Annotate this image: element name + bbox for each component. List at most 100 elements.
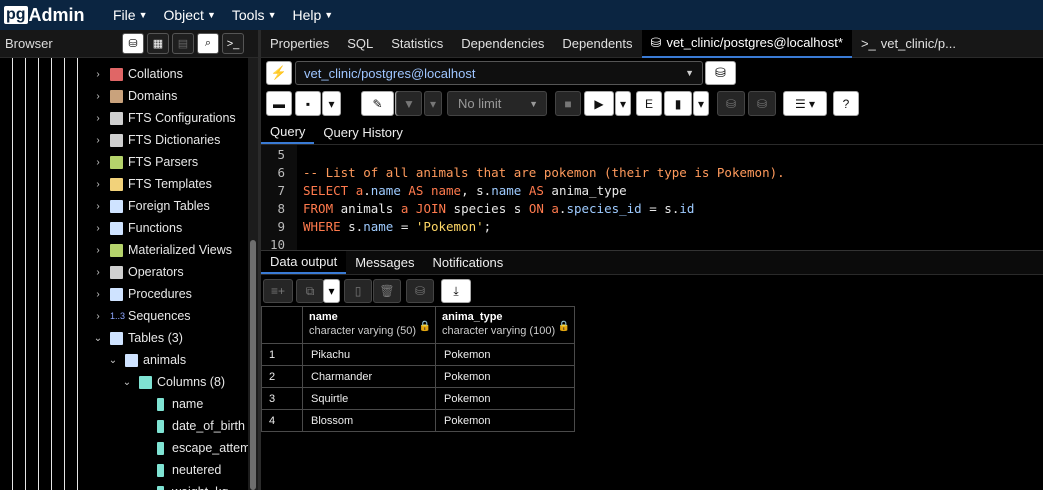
output-tab-0[interactable]: Data output xyxy=(261,251,347,274)
execute-dropdown-button[interactable]: ▾ xyxy=(615,91,631,116)
output-tab-1[interactable]: Messages xyxy=(346,251,423,274)
chevron-right-icon[interactable]: › xyxy=(92,157,104,168)
chevron-right-icon[interactable]: › xyxy=(92,311,104,322)
copy-dropdown-button[interactable]: ▾ xyxy=(323,279,340,303)
limit-select[interactable]: No limit ▼ xyxy=(447,91,547,116)
tree-item[interactable]: ⌄ Columns (8) xyxy=(121,371,225,393)
tree-item[interactable]: date_of_birth xyxy=(136,415,245,437)
row-number[interactable]: 1 xyxy=(261,343,303,366)
tree-item[interactable]: › FTS Templates xyxy=(92,173,212,195)
copy-icon[interactable]: ⧉ xyxy=(296,279,324,303)
tree-item[interactable]: escape_attemp xyxy=(136,437,248,459)
tree-item[interactable]: › Collations xyxy=(92,63,183,85)
save-dropdown-button[interactable]: ▾ xyxy=(322,91,341,116)
tree-scrollbar-thumb[interactable] xyxy=(250,240,256,490)
chevron-right-icon[interactable]: › xyxy=(92,91,104,102)
query-tab-0[interactable]: Query xyxy=(261,121,315,144)
table-cell[interactable]: Pokemon xyxy=(435,387,575,410)
tree-item[interactable]: › Functions xyxy=(92,217,182,239)
chevron-right-icon[interactable]: › xyxy=(92,69,104,80)
column-header-name[interactable]: name character varying (50) 🔒 xyxy=(302,306,436,344)
chevron-right-icon[interactable]: › xyxy=(92,267,104,278)
menu-file[interactable]: File ▼ xyxy=(113,7,147,23)
object-explorer-db-icon[interactable]: ⛁ xyxy=(122,33,144,54)
execute-button[interactable]: ▶ xyxy=(584,91,614,116)
sql-editor[interactable]: 5 6 -- List of all animals that are pokemo… xyxy=(261,145,1043,250)
chevron-right-icon[interactable]: › xyxy=(92,289,104,300)
tree-item[interactable]: › 1..3 Sequences xyxy=(92,305,190,327)
table-row[interactable]: 1 Pikachu Pokemon xyxy=(261,343,575,366)
table-cell[interactable]: Pokemon xyxy=(435,409,575,432)
table-row[interactable]: 3 Squirtle Pokemon xyxy=(261,387,575,410)
table-row[interactable]: 2 Charmander Pokemon xyxy=(261,365,575,388)
row-number[interactable]: 2 xyxy=(261,365,303,388)
table-cell[interactable]: Pikachu xyxy=(302,343,436,366)
paste-icon[interactable]: ▯ xyxy=(344,279,372,303)
rollback-button[interactable]: ⛁ xyxy=(748,91,776,116)
psql-tool-icon[interactable]: >_ xyxy=(222,33,244,54)
row-number[interactable]: 3 xyxy=(261,387,303,410)
delete-icon[interactable]: 🗑 xyxy=(373,279,401,303)
filter-rows-icon[interactable]: ▤ xyxy=(172,33,194,54)
filter-dropdown-button[interactable]: ▾ xyxy=(424,91,442,116)
connection-status-icon[interactable]: ⚡ xyxy=(266,61,292,85)
tab-2[interactable]: Statistics xyxy=(382,30,452,58)
chevron-down-icon[interactable]: ⌄ xyxy=(121,377,133,388)
tree-item[interactable]: name xyxy=(136,393,203,415)
tree-item[interactable]: weight_kg xyxy=(136,481,228,490)
explain-dropdown-button[interactable]: ▾ xyxy=(693,91,709,116)
tree-item[interactable]: › Procedures xyxy=(92,283,192,305)
query-tab-1[interactable]: Query History xyxy=(314,121,411,144)
tab-1[interactable]: SQL xyxy=(338,30,382,58)
add-row-icon[interactable]: ≡+ xyxy=(263,279,293,303)
table-cell[interactable]: Charmander xyxy=(302,365,436,388)
table-row[interactable]: 4 Blossom Pokemon xyxy=(261,409,575,432)
stop-button[interactable]: ■ xyxy=(555,91,581,116)
open-file-button[interactable]: ▬ xyxy=(266,91,292,116)
tab-6[interactable]: >_ vet_clinic/p... xyxy=(852,30,965,58)
tab-5[interactable]: ⛁ vet_clinic/postgres@localhost* xyxy=(641,29,852,58)
menu-tools[interactable]: Tools ▼ xyxy=(232,7,277,23)
table-cell[interactable]: Blossom xyxy=(302,409,436,432)
table-cell[interactable]: Squirtle xyxy=(302,387,436,410)
tree-item[interactable]: neutered xyxy=(136,459,221,481)
save-data-icon[interactable]: ⛁ xyxy=(406,279,434,303)
download-icon[interactable]: ⤓ xyxy=(441,279,471,303)
chevron-right-icon[interactable]: › xyxy=(92,113,104,124)
chevron-down-icon[interactable]: ⌄ xyxy=(92,333,104,344)
commit-button[interactable]: ⛁ xyxy=(717,91,745,116)
row-number[interactable]: 4 xyxy=(261,409,303,432)
chevron-right-icon[interactable]: › xyxy=(92,223,104,234)
tab-3[interactable]: Dependencies xyxy=(452,30,553,58)
tree-item[interactable]: › FTS Configurations xyxy=(92,107,235,129)
tree-item[interactable]: › Operators xyxy=(92,261,183,283)
save-file-button[interactable]: ▪ xyxy=(295,91,321,116)
tree-item[interactable]: › FTS Parsers xyxy=(92,151,198,173)
macros-button[interactable]: ☰ ▾ xyxy=(783,91,827,116)
chevron-right-icon[interactable]: › xyxy=(92,135,104,146)
table-cell[interactable]: Pokemon xyxy=(435,343,575,366)
table-view-icon[interactable]: ▦ xyxy=(147,33,169,54)
chevron-right-icon[interactable]: › xyxy=(92,179,104,190)
output-tab-2[interactable]: Notifications xyxy=(423,251,512,274)
menu-object[interactable]: Object ▼ xyxy=(163,7,215,23)
tree-item[interactable]: › FTS Dictionaries xyxy=(92,129,220,151)
explain-button[interactable]: E xyxy=(636,91,662,116)
search-icon[interactable]: ⌕ xyxy=(197,33,219,54)
column-header-anima-type[interactable]: anima_type character varying (100) 🔒 xyxy=(435,306,575,344)
tab-4[interactable]: Dependents xyxy=(553,30,641,58)
tree-item[interactable]: ⌄ Tables (3) xyxy=(92,327,183,349)
database-icon[interactable]: ⛁ xyxy=(705,61,736,85)
chevron-down-icon[interactable]: ⌄ xyxy=(107,355,119,366)
chevron-right-icon[interactable]: › xyxy=(92,201,104,212)
chevron-right-icon[interactable]: › xyxy=(92,245,104,256)
menu-help[interactable]: Help ▼ xyxy=(292,7,333,23)
explain-analyze-button[interactable]: ▮ xyxy=(664,91,692,116)
table-cell[interactable]: Pokemon xyxy=(435,365,575,388)
help-button[interactable]: ? xyxy=(833,91,859,116)
tree-item[interactable]: › Foreign Tables xyxy=(92,195,209,217)
filter-icon[interactable]: ▼ xyxy=(396,91,422,116)
connection-select[interactable]: vet_clinic/postgres@localhost ▼ xyxy=(295,61,703,85)
edit-button[interactable]: ✎ xyxy=(361,91,394,116)
tab-0[interactable]: Properties xyxy=(261,30,338,58)
